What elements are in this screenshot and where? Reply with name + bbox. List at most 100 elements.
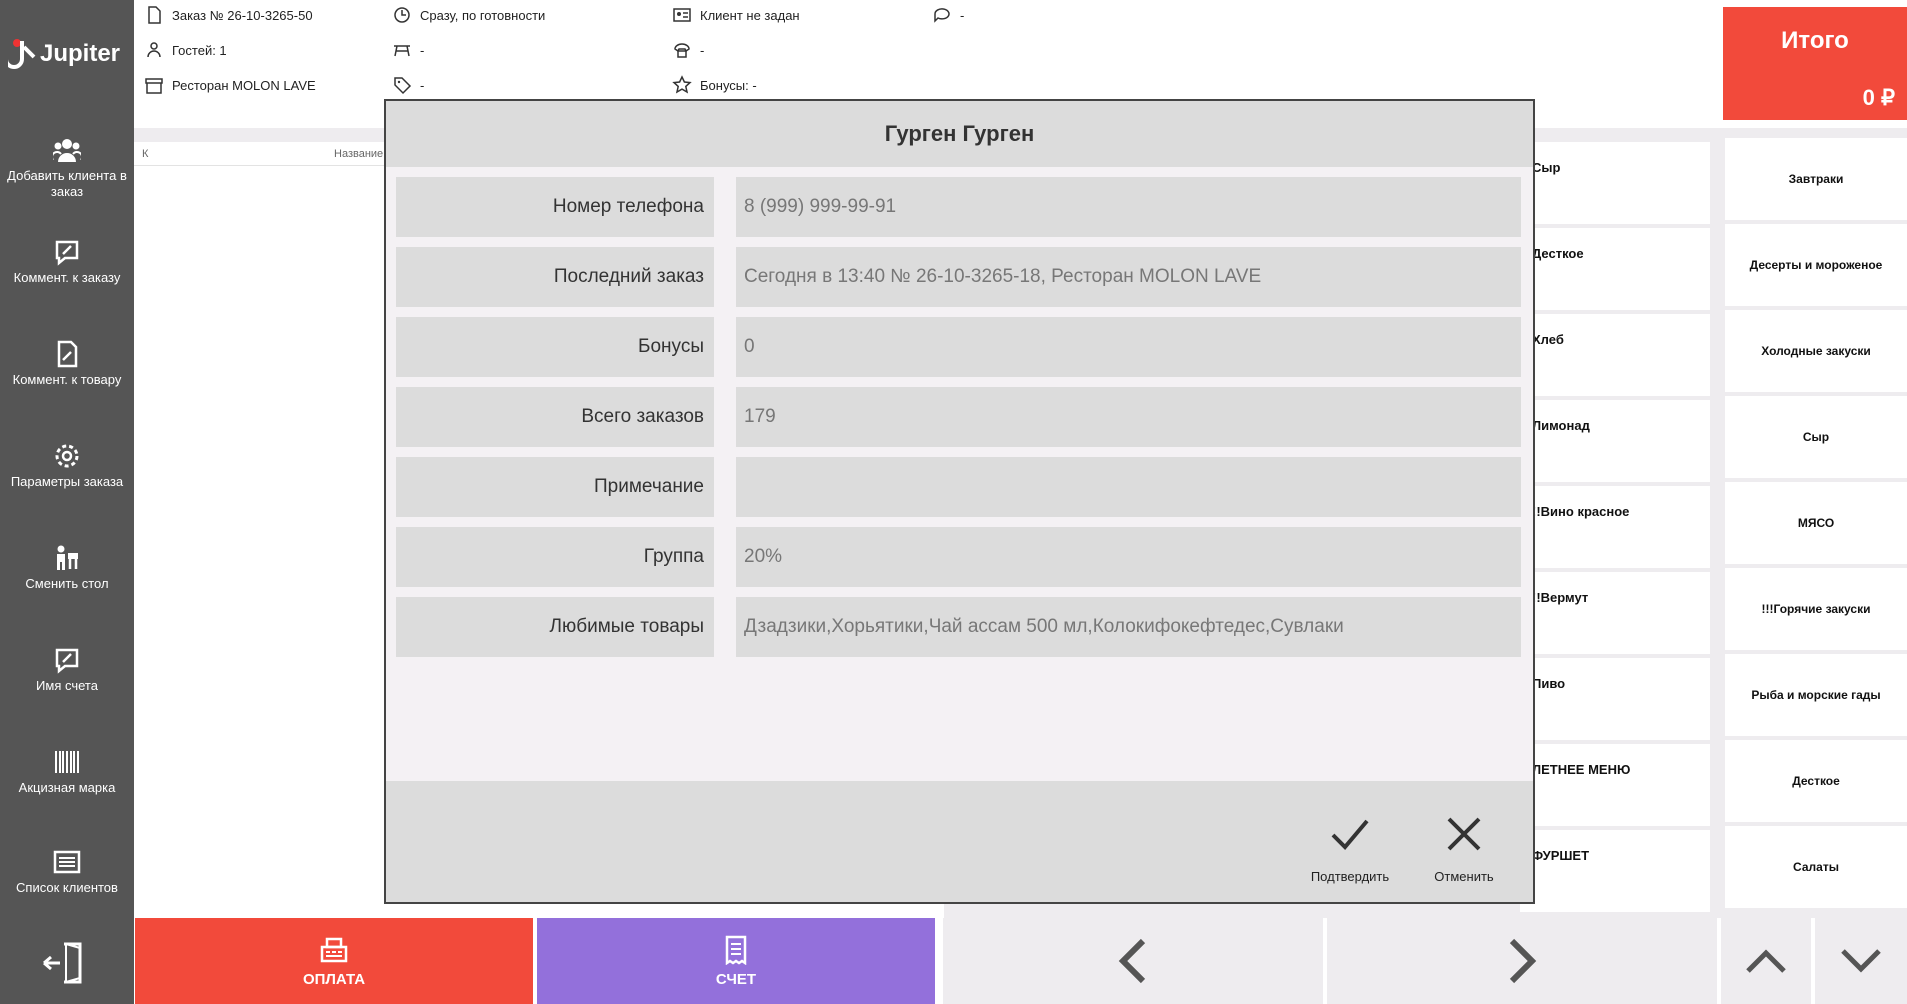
document-icon bbox=[148, 6, 161, 24]
restaurant-name: Ресторан MOLON LAVE bbox=[144, 74, 316, 96]
menu-category[interactable]: Холодные закуски bbox=[1725, 310, 1907, 392]
table-icon bbox=[394, 45, 410, 57]
gear-icon bbox=[55, 444, 79, 468]
chevron-up-icon bbox=[1746, 949, 1786, 973]
chevron-right-icon bbox=[1509, 938, 1537, 984]
check-icon bbox=[1331, 819, 1369, 850]
close-icon bbox=[1447, 817, 1481, 851]
guests-count[interactable]: Гостей: 1 bbox=[144, 39, 227, 61]
star-icon bbox=[672, 75, 692, 94]
group-label: Группа bbox=[396, 527, 714, 587]
sidebar-item-add-client[interactable]: Добавить клиента в заказ bbox=[0, 136, 134, 236]
app-logo: Jupiter bbox=[8, 34, 128, 74]
sidebar-item-label: Список клиентов bbox=[16, 880, 118, 895]
scroll-up-button[interactable] bbox=[1721, 918, 1811, 1004]
barcode-icon bbox=[55, 751, 79, 773]
payment-label: ОПЛАТА bbox=[302, 970, 366, 988]
contact-card-icon bbox=[673, 8, 691, 22]
receipt-icon bbox=[725, 935, 747, 965]
users-icon bbox=[53, 139, 81, 162]
chevron-down-icon bbox=[1841, 949, 1881, 973]
sidebar-item-label: Коммент. к заказу bbox=[13, 270, 121, 285]
cancel-button[interactable]: Отменить bbox=[1414, 813, 1514, 893]
users-icon bbox=[147, 42, 161, 58]
sidebar-item-order-comment[interactable]: Коммент. к заказу bbox=[0, 238, 134, 338]
order-timing[interactable]: Сразу, по готовности bbox=[392, 4, 545, 26]
dialog-footer: Подтвердить Отменить bbox=[386, 781, 1533, 902]
phone-info[interactable]: - bbox=[672, 39, 704, 61]
menu-category[interactable]: Десткое bbox=[1725, 740, 1907, 822]
favorite-items-label: Любимые товары bbox=[396, 597, 714, 657]
menu-category-left[interactable]: ЛЕТНЕЕ МЕНЮ bbox=[1520, 744, 1710, 826]
tag-icon bbox=[394, 77, 412, 95]
sidebar-item-label: Добавить клиента в заказ bbox=[7, 168, 127, 199]
comment-edit-icon bbox=[55, 240, 79, 266]
favorite-items-value: Дзадзики,Хорьятики,Чай ассам 500 мл,Коло… bbox=[736, 597, 1521, 657]
menu-category-left[interactable]: Пиво bbox=[1520, 658, 1710, 740]
logo-text: Jupiter bbox=[40, 40, 121, 67]
menu-category[interactable]: Десерты и мороженое bbox=[1725, 224, 1907, 306]
payment-button[interactable]: ОПЛАТА bbox=[135, 918, 533, 1004]
phone-value: 8 (999) 999-99-91 bbox=[736, 177, 1521, 237]
sidebar-item-bill-name[interactable]: Имя счета bbox=[0, 646, 134, 746]
table-info[interactable]: - bbox=[392, 39, 424, 61]
menu-category[interactable]: Рыба и морские гады bbox=[1725, 654, 1907, 736]
order-number: Заказ № 26-10-3265-50 bbox=[144, 4, 313, 26]
sidebar-item-label: Коммент. к товару bbox=[12, 372, 122, 387]
total-orders-label: Всего заказов bbox=[396, 387, 714, 447]
note-value bbox=[736, 457, 1521, 517]
next-page-button[interactable] bbox=[1327, 918, 1717, 1004]
note-label: Примечание bbox=[396, 457, 714, 517]
bonuses-info[interactable]: Бонусы: - bbox=[672, 74, 757, 96]
menu-category-left[interactable]: !!Вермут bbox=[1520, 572, 1710, 654]
file-edit-icon bbox=[57, 340, 78, 368]
sidebar-item-item-comment[interactable]: Коммент. к товару bbox=[0, 340, 134, 440]
exit-icon[interactable] bbox=[40, 940, 92, 986]
menu-category[interactable]: Завтраки bbox=[1725, 138, 1907, 220]
menu-category[interactable]: МЯСО bbox=[1725, 482, 1907, 564]
order-total: Итого 0 ₽ bbox=[1723, 7, 1907, 120]
list-icon bbox=[53, 850, 81, 874]
sidebar-item-excise-mark[interactable]: Акцизная марка bbox=[0, 748, 134, 848]
menu-category[interactable]: Сыр bbox=[1725, 396, 1907, 478]
menu-category-left[interactable]: Лимонад bbox=[1520, 400, 1710, 482]
chat-bubble-icon bbox=[934, 8, 950, 23]
clock-icon bbox=[394, 7, 410, 23]
bill-label: СЧЕТ bbox=[715, 970, 757, 988]
total-value: 0 ₽ bbox=[1862, 85, 1895, 110]
menu-category-left[interactable]: !!Вино красное bbox=[1520, 486, 1710, 568]
sidebar-item-label: Параметры заказа bbox=[10, 474, 124, 489]
sidebar-item-label: Сменить стол bbox=[25, 576, 109, 591]
cash-register-icon bbox=[320, 937, 348, 962]
cancel-label: Отменить bbox=[1434, 869, 1494, 884]
client-info-dialog: Гурген Гурген Номер телефона 8 (999) 999… bbox=[384, 99, 1535, 904]
client-info[interactable]: Клиент не задан bbox=[672, 4, 800, 26]
sidebar: Jupiter Добавить клиента в заказ Коммент… bbox=[0, 0, 134, 1004]
menu-category[interactable]: Салаты bbox=[1725, 826, 1907, 908]
sidebar-item-client-list[interactable]: Список клиентов bbox=[0, 848, 134, 948]
sidebar-item-order-params[interactable]: Параметры заказа bbox=[0, 442, 134, 542]
menu-category-left[interactable]: Десткое bbox=[1520, 228, 1710, 310]
comment-edit-icon bbox=[55, 648, 79, 674]
phone-icon bbox=[674, 43, 690, 58]
menu-category-left[interactable]: ФУРШЕТ bbox=[1520, 830, 1710, 912]
confirm-label: Подтвердить bbox=[1310, 869, 1390, 884]
sidebar-item-label: Имя счета bbox=[36, 678, 98, 693]
menu-category[interactable]: !!!Горячие закуски bbox=[1725, 568, 1907, 650]
group-value: 20% bbox=[736, 527, 1521, 587]
scroll-down-button[interactable] bbox=[1815, 918, 1907, 1004]
comment-info[interactable]: - bbox=[932, 4, 964, 26]
sidebar-item-change-table[interactable]: Сменить стол bbox=[0, 544, 134, 644]
chevron-left-icon bbox=[1118, 938, 1146, 984]
phone-label: Номер телефона bbox=[396, 177, 714, 237]
column-qty: К bbox=[142, 148, 149, 160]
bonuses-value: 0 bbox=[736, 317, 1521, 377]
confirm-button[interactable]: Подтвердить bbox=[1300, 813, 1400, 893]
bill-button[interactable]: СЧЕТ bbox=[537, 918, 935, 1004]
tag-info[interactable]: - bbox=[392, 74, 424, 96]
change-table-icon bbox=[57, 545, 78, 570]
menu-category-left[interactable]: Сыр bbox=[1520, 142, 1710, 224]
prev-page-button[interactable] bbox=[943, 918, 1323, 1004]
sidebar-item-label: Акцизная марка bbox=[18, 780, 116, 795]
menu-category-left[interactable]: Хлеб bbox=[1520, 314, 1710, 396]
